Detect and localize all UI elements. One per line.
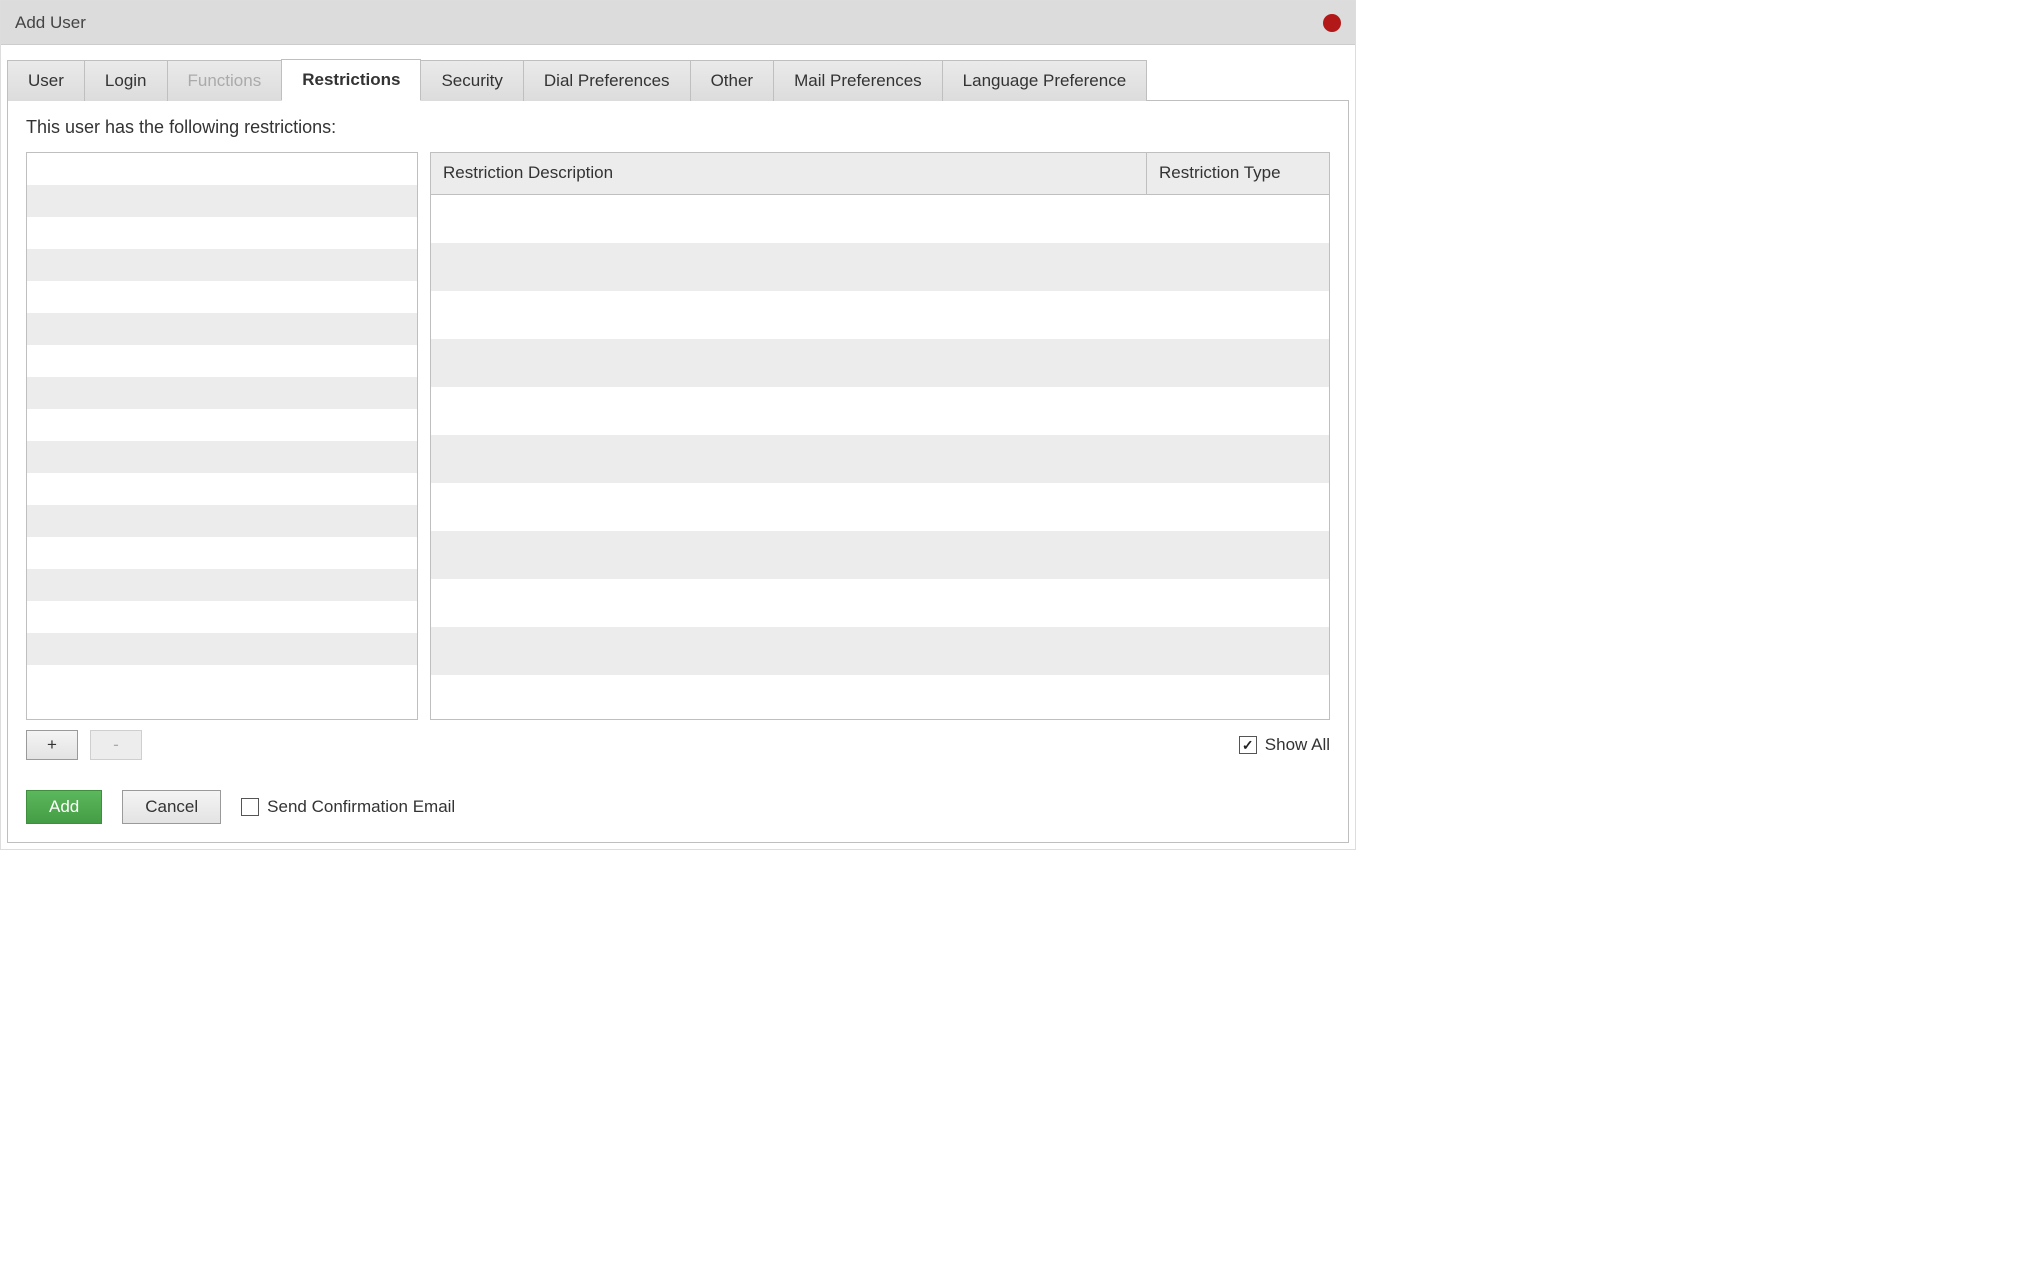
grid-body: [27, 153, 417, 697]
table-row[interactable]: [27, 441, 417, 473]
table-row[interactable]: [27, 569, 417, 601]
tab-functions: Functions: [167, 60, 283, 101]
add-restriction-button[interactable]: +: [26, 730, 78, 760]
grid-header: Restriction Description Restriction Type: [431, 153, 1329, 195]
table-row[interactable]: [27, 377, 417, 409]
tab-other[interactable]: Other: [690, 60, 775, 101]
add-user-dialog: Add User User Login Functions Restrictio…: [0, 0, 1356, 850]
table-row[interactable]: [27, 505, 417, 537]
tab-language-preference[interactable]: Language Preference: [942, 60, 1148, 101]
table-row[interactable]: [431, 675, 1329, 720]
table-row[interactable]: [431, 435, 1329, 483]
tab-user[interactable]: User: [7, 60, 85, 101]
table-row[interactable]: [27, 537, 417, 569]
tab-login[interactable]: Login: [84, 60, 168, 101]
column-restriction-description[interactable]: Restriction Description: [431, 153, 1147, 194]
table-row[interactable]: [27, 665, 417, 697]
table-row[interactable]: [431, 627, 1329, 675]
restrictions-pane: This user has the following restrictions…: [7, 100, 1349, 843]
window-title: Add User: [15, 13, 86, 33]
dialog-footer: Add Cancel Send Confirmation Email: [26, 790, 1330, 824]
title-bar: Add User: [1, 1, 1355, 45]
plus-minus-buttons: + -: [26, 730, 142, 760]
table-row[interactable]: [27, 281, 417, 313]
table-row[interactable]: [431, 483, 1329, 531]
table-row[interactable]: [431, 195, 1329, 243]
table-row[interactable]: [27, 409, 417, 441]
table-row[interactable]: [27, 601, 417, 633]
show-all-checkbox[interactable]: Show All: [1239, 735, 1330, 755]
table-row[interactable]: [27, 473, 417, 505]
table-row[interactable]: [27, 217, 417, 249]
below-tables-row: + - Show All: [26, 730, 1330, 760]
table-row[interactable]: [27, 633, 417, 665]
table-row[interactable]: [431, 531, 1329, 579]
table-row[interactable]: [431, 339, 1329, 387]
column-restriction-type[interactable]: Restriction Type: [1147, 153, 1329, 194]
tab-mail-preferences[interactable]: Mail Preferences: [773, 60, 943, 101]
restrictions-intro-text: This user has the following restrictions…: [26, 117, 1330, 138]
send-confirmation-checkbox[interactable]: Send Confirmation Email: [241, 797, 455, 817]
grid-body: [431, 195, 1329, 720]
table-row[interactable]: [431, 243, 1329, 291]
available-restrictions-grid[interactable]: Restriction Description Restriction Type: [430, 152, 1330, 720]
table-row[interactable]: [27, 249, 417, 281]
tab-strip: User Login Functions Restrictions Securi…: [1, 45, 1355, 101]
table-row[interactable]: [431, 387, 1329, 435]
tab-restrictions[interactable]: Restrictions: [281, 59, 421, 101]
table-row[interactable]: [27, 345, 417, 377]
remove-restriction-button: -: [90, 730, 142, 760]
checkbox-icon[interactable]: [1239, 736, 1257, 754]
table-row[interactable]: [431, 579, 1329, 627]
checkbox-icon[interactable]: [241, 798, 259, 816]
send-confirmation-label: Send Confirmation Email: [267, 797, 455, 817]
close-icon[interactable]: [1323, 14, 1341, 32]
show-all-label: Show All: [1265, 735, 1330, 755]
tables-container: Restriction Description Restriction Type: [26, 152, 1330, 720]
table-row[interactable]: [27, 153, 417, 185]
table-row[interactable]: [431, 291, 1329, 339]
tab-security[interactable]: Security: [420, 60, 523, 101]
applied-restrictions-grid[interactable]: [26, 152, 418, 720]
table-row[interactable]: [27, 313, 417, 345]
tab-dial-preferences[interactable]: Dial Preferences: [523, 60, 691, 101]
add-button[interactable]: Add: [26, 790, 102, 824]
table-row[interactable]: [27, 185, 417, 217]
cancel-button[interactable]: Cancel: [122, 790, 221, 824]
